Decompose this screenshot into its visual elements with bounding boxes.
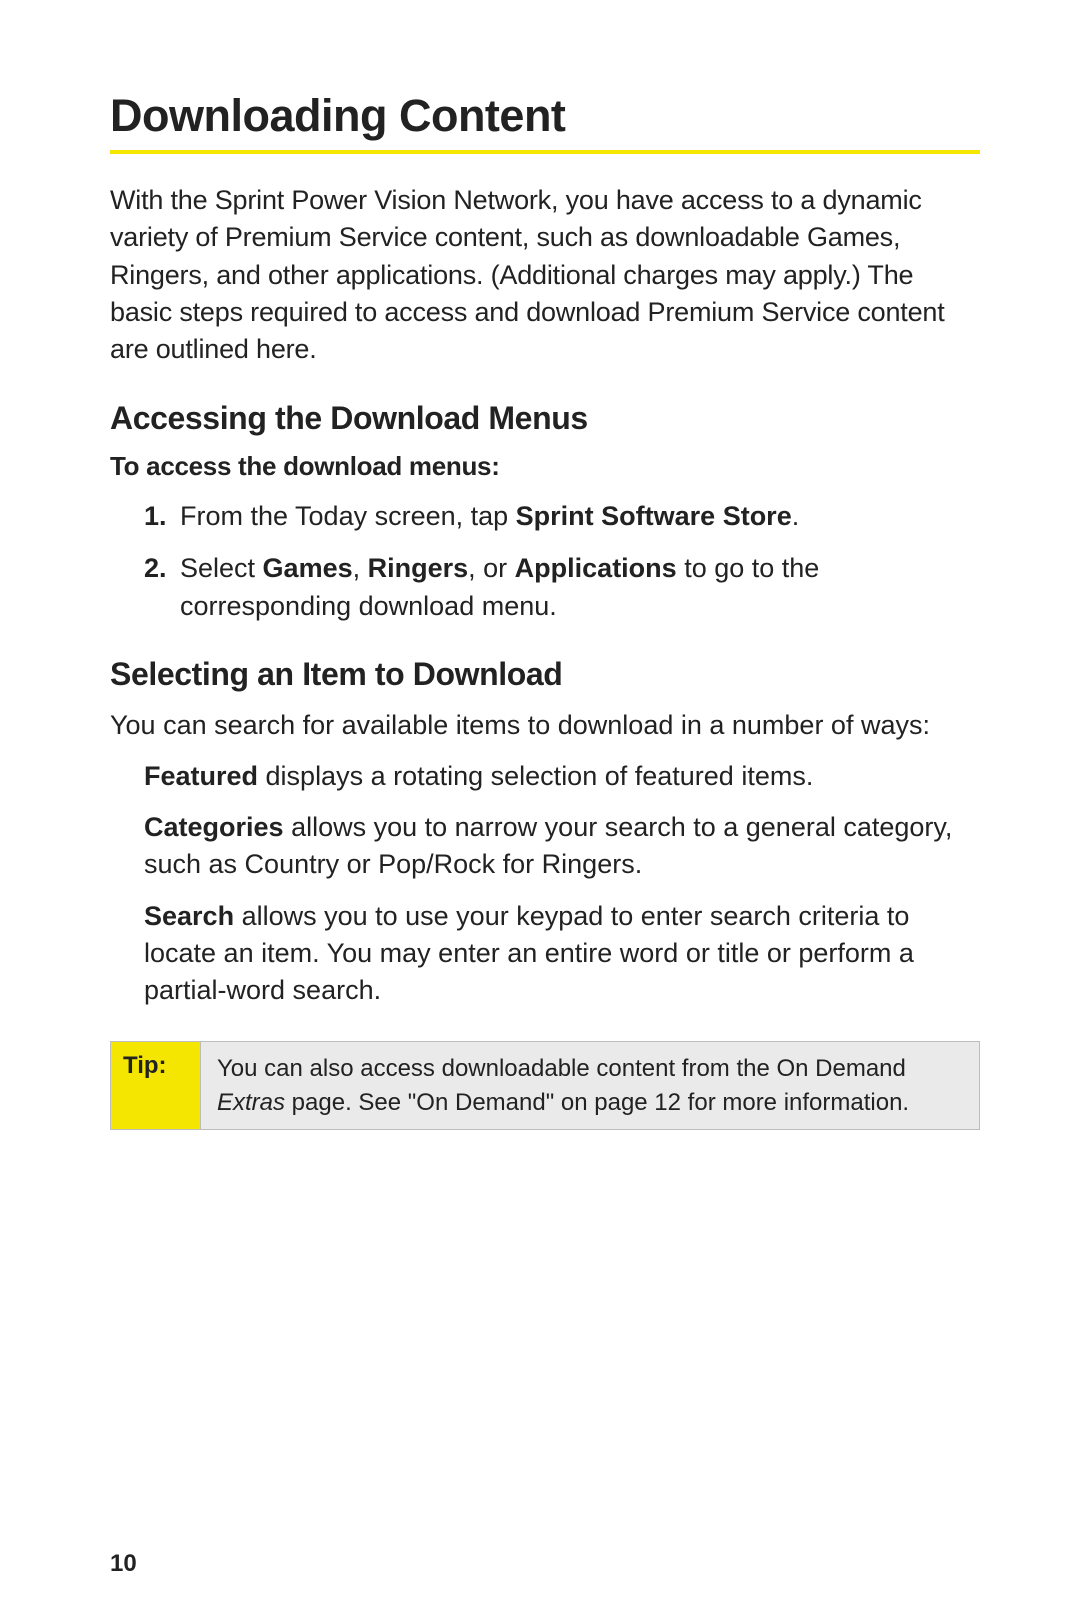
step-1-text-post: . bbox=[792, 501, 800, 531]
featured-item: Featured displays a rotating selection o… bbox=[144, 758, 980, 795]
tip-box: Tip: You can also access downloadable co… bbox=[110, 1041, 980, 1129]
step-2-bold-applications: Applications bbox=[515, 553, 677, 583]
document-page: Downloading Content With the Sprint Powe… bbox=[0, 0, 1080, 1620]
tip-content: You can also access downloadable content… bbox=[201, 1042, 979, 1128]
categories-item: Categories allows you to narrow your sea… bbox=[144, 809, 980, 884]
procedure-lead: To access the download menus: bbox=[110, 451, 980, 482]
steps-list: From the Today screen, tap Sprint Softwa… bbox=[144, 498, 980, 625]
intro-paragraph: With the Sprint Power Vision Network, yo… bbox=[110, 182, 980, 368]
step-2-text-pre: Select bbox=[180, 553, 263, 583]
tip-label: Tip: bbox=[111, 1042, 201, 1128]
step-1-bold: Sprint Software Store bbox=[516, 501, 792, 531]
step-2-bold-ringers: Ringers bbox=[368, 553, 469, 583]
tip-text-2: page. See "On Demand" on page 12 for mor… bbox=[285, 1089, 909, 1116]
step-1-text-pre: From the Today screen, tap bbox=[180, 501, 516, 531]
title-underline bbox=[110, 150, 980, 154]
step-1: From the Today screen, tap Sprint Softwa… bbox=[144, 498, 980, 536]
featured-text: displays a rotating selection of feature… bbox=[258, 761, 813, 791]
page-title: Downloading Content bbox=[110, 90, 980, 142]
step-2-sep1: , bbox=[353, 553, 368, 583]
step-2: Select Games, Ringers, or Applications t… bbox=[144, 550, 980, 626]
search-text: allows you to use your keypad to enter s… bbox=[144, 901, 914, 1006]
page-number: 10 bbox=[110, 1550, 137, 1578]
categories-bold: Categories bbox=[144, 812, 284, 842]
section-heading-selecting: Selecting an Item to Download bbox=[110, 656, 980, 693]
search-item: Search allows you to use your keypad to … bbox=[144, 898, 980, 1010]
section-heading-accessing: Accessing the Download Menus bbox=[110, 400, 980, 437]
step-2-bold-games: Games bbox=[263, 553, 353, 583]
step-2-sep2: , or bbox=[468, 553, 515, 583]
tip-text-1: You can also access downloadable content… bbox=[217, 1055, 906, 1082]
tip-em: Extras bbox=[217, 1089, 285, 1116]
featured-bold: Featured bbox=[144, 761, 258, 791]
search-bold: Search bbox=[144, 901, 234, 931]
selecting-intro: You can search for available items to do… bbox=[110, 707, 980, 744]
